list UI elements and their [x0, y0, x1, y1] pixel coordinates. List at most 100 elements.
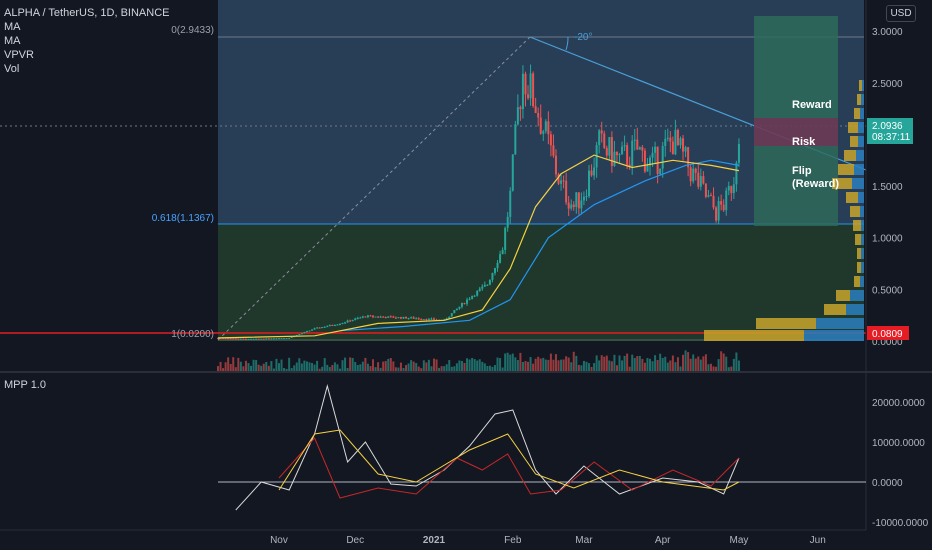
volume-bar	[537, 356, 540, 371]
candle-body	[407, 318, 410, 320]
candle-body	[565, 180, 568, 203]
vpvr-bar-yellow	[704, 330, 804, 341]
volume-bar	[237, 357, 240, 371]
vpvr-bar-yellow	[850, 206, 860, 217]
volume-bar	[326, 364, 329, 371]
candle-body	[272, 338, 275, 340]
candle-body	[450, 313, 453, 317]
candle-body	[554, 155, 557, 175]
volume-bar	[544, 359, 547, 371]
volume-bar	[585, 361, 588, 371]
candle-body	[389, 316, 392, 318]
candle-body	[661, 145, 664, 169]
indicator-ma-1[interactable]: MA	[4, 20, 169, 34]
volume-bar	[242, 366, 245, 371]
volume-bar	[415, 363, 418, 371]
fib-label-618: 0.618(1.1367)	[152, 213, 214, 224]
candle-body	[542, 131, 545, 134]
candle-body	[227, 338, 230, 340]
candle-body	[397, 317, 400, 319]
volume-bar	[623, 355, 626, 371]
volume-bar	[588, 363, 591, 371]
volume-bar	[346, 367, 349, 371]
currency-badge[interactable]: USD	[886, 5, 916, 22]
candle-body	[234, 338, 237, 340]
volume-bar	[298, 358, 301, 371]
volume-bar	[305, 361, 308, 371]
candle-body	[354, 318, 357, 321]
volume-bar	[384, 360, 387, 371]
candle-body	[504, 227, 507, 250]
candle-body	[491, 273, 494, 280]
volume-bar	[351, 357, 354, 371]
volume-bar	[692, 354, 695, 371]
volume-bar	[280, 359, 283, 371]
candle-body	[720, 201, 723, 205]
candle-body	[305, 331, 308, 333]
volume-bar	[410, 360, 413, 371]
volume-bar	[427, 359, 430, 371]
candle-body	[692, 168, 695, 182]
volume-bar	[323, 358, 326, 371]
volume-bar	[331, 365, 334, 371]
vpvr-bar-yellow	[836, 290, 850, 301]
symbol-title[interactable]: ALPHA / TetherUS, 1D, BINANCE	[4, 6, 169, 20]
candle-body	[626, 145, 629, 165]
vpvr-bar-blue	[852, 178, 864, 189]
volume-bar	[369, 366, 372, 371]
candle-body	[697, 172, 700, 187]
candle-body	[270, 338, 273, 340]
candle-body	[471, 296, 474, 299]
candle-body	[313, 328, 316, 330]
vpvr-bar-blue	[858, 192, 864, 203]
volume-bar	[575, 355, 578, 371]
vpvr-bar-blue	[860, 276, 864, 287]
candle-body	[572, 204, 575, 207]
price-axis[interactable]: 3.00002.50002.00001.50001.00000.50000.00…	[872, 27, 903, 348]
volume-bar	[717, 359, 720, 371]
vpvr-bar-yellow	[859, 80, 862, 91]
candle-body	[603, 133, 606, 148]
candle-body	[656, 146, 659, 174]
volume-bar	[539, 358, 542, 371]
volume-bar	[621, 360, 624, 371]
candle-body	[509, 190, 512, 217]
volume-bar	[707, 364, 710, 371]
candle-body	[349, 320, 352, 322]
mpp-indicator-label[interactable]: MPP 1.0	[4, 379, 46, 391]
candle-body	[544, 121, 547, 132]
chart-canvas[interactable]: 0(2.9433) 0.618(1.1367) 1(0.0200) -20° R…	[0, 0, 932, 550]
candle-body	[702, 176, 705, 184]
flip-label: Flip	[792, 165, 812, 177]
candle-body	[410, 317, 413, 319]
candle-body	[499, 254, 502, 263]
candle-body	[514, 124, 517, 155]
candle-body	[621, 146, 624, 155]
time-axis[interactable]: Nov Dec 2021 Feb Mar Apr May Jun	[270, 535, 826, 546]
candle-body	[356, 318, 359, 320]
candle-body	[577, 192, 580, 209]
candle-body	[402, 316, 405, 319]
candle-body	[666, 137, 669, 139]
candle-body	[369, 315, 372, 317]
candle-body	[516, 107, 519, 125]
indicator-vol[interactable]: Vol	[4, 62, 169, 76]
volume-bar	[372, 359, 375, 371]
volume-bar	[321, 366, 324, 371]
candle-body	[290, 336, 293, 338]
candle-body	[392, 316, 395, 318]
mpp-axis[interactable]: 20000.0000 10000.0000 0.0000 -10000.0000	[872, 398, 929, 529]
volume-bar	[344, 357, 347, 371]
volume-bar	[255, 360, 258, 371]
candle-body	[333, 325, 336, 327]
volume-bar	[466, 358, 469, 371]
candle-body	[585, 196, 588, 198]
indicator-vpvr[interactable]: VPVR	[4, 48, 169, 62]
volume-bar	[676, 357, 679, 371]
candle-body	[532, 73, 535, 107]
volume-bar	[313, 364, 316, 371]
volume-bar	[580, 365, 583, 371]
indicator-ma-2[interactable]: MA	[4, 34, 169, 48]
price-tick-label: 0.5000	[872, 285, 903, 296]
vpvr-bar-blue	[850, 290, 864, 301]
